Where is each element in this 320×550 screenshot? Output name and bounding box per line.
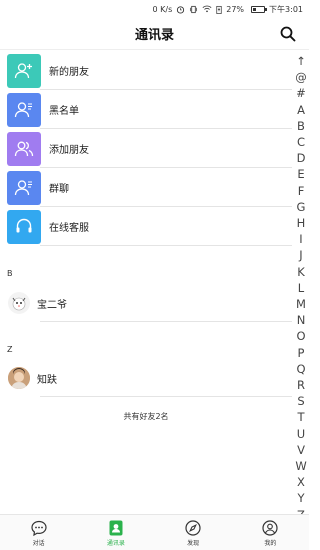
index-letter[interactable]: Y bbox=[297, 490, 304, 506]
contact-item[interactable]: 宝二爷 bbox=[0, 284, 292, 322]
index-letter[interactable]: J bbox=[299, 247, 302, 263]
index-letter[interactable]: K bbox=[297, 264, 305, 280]
contact-item[interactable]: 知趺 bbox=[0, 359, 292, 397]
index-letter[interactable]: S bbox=[297, 393, 304, 409]
function-label: 群聊 bbox=[49, 184, 69, 195]
headset-icon bbox=[7, 209, 41, 244]
index-letter[interactable]: N bbox=[297, 312, 306, 328]
function-item-blacklist[interactable]: 黑名单 bbox=[0, 90, 292, 129]
index-letter[interactable]: E bbox=[297, 166, 304, 182]
chat-bubble-icon bbox=[30, 519, 48, 537]
function-label: 黑名单 bbox=[49, 106, 79, 117]
function-label: 在线客服 bbox=[49, 223, 89, 234]
tab-discover[interactable]: 发现 bbox=[155, 515, 232, 550]
index-letter[interactable]: O bbox=[296, 328, 305, 344]
avatar bbox=[8, 292, 30, 314]
contact-name: 宝二爷 bbox=[37, 299, 67, 311]
function-label: 新的朋友 bbox=[49, 67, 89, 78]
function-list: 新的朋友 黑名单 添加朋友 群聊 在线客服 bbox=[0, 51, 292, 246]
profile-icon bbox=[261, 519, 279, 537]
function-item-add-friends[interactable]: 添加朋友 bbox=[0, 129, 292, 168]
index-letter[interactable]: X bbox=[297, 474, 305, 490]
index-letter[interactable]: L bbox=[298, 280, 304, 296]
network-speed: 0 K/s bbox=[152, 4, 173, 14]
alarm-icon bbox=[176, 5, 185, 14]
group-chat-icon bbox=[7, 170, 41, 205]
index-letter[interactable]: @ bbox=[295, 69, 307, 85]
compass-icon bbox=[184, 519, 202, 537]
index-letter[interactable]: W bbox=[295, 458, 306, 474]
index-letter[interactable]: G bbox=[297, 199, 306, 215]
battery-saver-icon bbox=[216, 5, 222, 14]
avatar bbox=[8, 367, 30, 389]
index-letter[interactable]: P bbox=[298, 345, 305, 361]
index-letter[interactable]: B bbox=[297, 118, 305, 134]
index-letter[interactable]: # bbox=[296, 85, 306, 101]
friend-count: 共有好友2名 bbox=[123, 412, 169, 421]
page-title: 通讯录 bbox=[134, 28, 174, 43]
add-friend-icon bbox=[7, 53, 41, 88]
index-letter[interactable]: Q bbox=[296, 361, 305, 377]
battery-percent: 27% bbox=[226, 4, 245, 14]
index-letter[interactable]: I bbox=[299, 231, 302, 247]
section-header-z: Z bbox=[7, 345, 13, 354]
battery-icon bbox=[248, 5, 268, 13]
index-letter[interactable]: C bbox=[297, 134, 305, 150]
index-letter[interactable]: A bbox=[297, 102, 305, 118]
index-letter[interactable]: U bbox=[297, 426, 305, 442]
tab-chats[interactable]: 对话 bbox=[0, 515, 77, 550]
tab-label: 对话 bbox=[32, 539, 45, 547]
status-bar: 0 K/s 27% 下午3:01 bbox=[0, 0, 309, 18]
section-header-b: B bbox=[7, 269, 13, 278]
index-letter[interactable]: ↑ bbox=[296, 53, 306, 69]
tab-label: 发现 bbox=[187, 539, 200, 547]
contacts-icon bbox=[107, 519, 125, 537]
index-letter[interactable]: V bbox=[297, 442, 305, 458]
index-letter[interactable]: D bbox=[297, 150, 306, 166]
function-item-new-friends[interactable]: 新的朋友 bbox=[0, 51, 292, 90]
search-icon[interactable] bbox=[279, 25, 297, 43]
tab-bar: 对话 通讯录 发现 我的 bbox=[0, 514, 309, 550]
tab-label: 通讯录 bbox=[106, 539, 125, 547]
alphabet-index[interactable]: ↑@#ABCDEFGHIJKLMNOPQRSTUVWXYZ bbox=[294, 53, 308, 523]
index-letter[interactable]: R bbox=[297, 377, 305, 393]
nav-header: 通讯录 bbox=[0, 18, 309, 50]
wifi-icon bbox=[202, 5, 212, 13]
index-letter[interactable]: H bbox=[297, 215, 306, 231]
index-letter[interactable]: M bbox=[296, 296, 306, 312]
vibrate-icon bbox=[189, 5, 198, 14]
function-item-online-service[interactable]: 在线客服 bbox=[0, 207, 292, 246]
add-friend-group-icon bbox=[7, 131, 41, 166]
function-label: 添加朋友 bbox=[49, 145, 89, 156]
clock: 下午3:01 bbox=[269, 4, 303, 14]
tab-contacts[interactable]: 通讯录 bbox=[77, 515, 154, 550]
index-letter[interactable]: F bbox=[298, 183, 305, 199]
tab-me[interactable]: 我的 bbox=[232, 515, 309, 550]
contact-name: 知趺 bbox=[37, 374, 57, 386]
blacklist-icon bbox=[7, 92, 41, 127]
tab-label: 我的 bbox=[264, 539, 277, 547]
index-letter[interactable]: T bbox=[297, 409, 304, 425]
function-item-group-chat[interactable]: 群聊 bbox=[0, 168, 292, 207]
